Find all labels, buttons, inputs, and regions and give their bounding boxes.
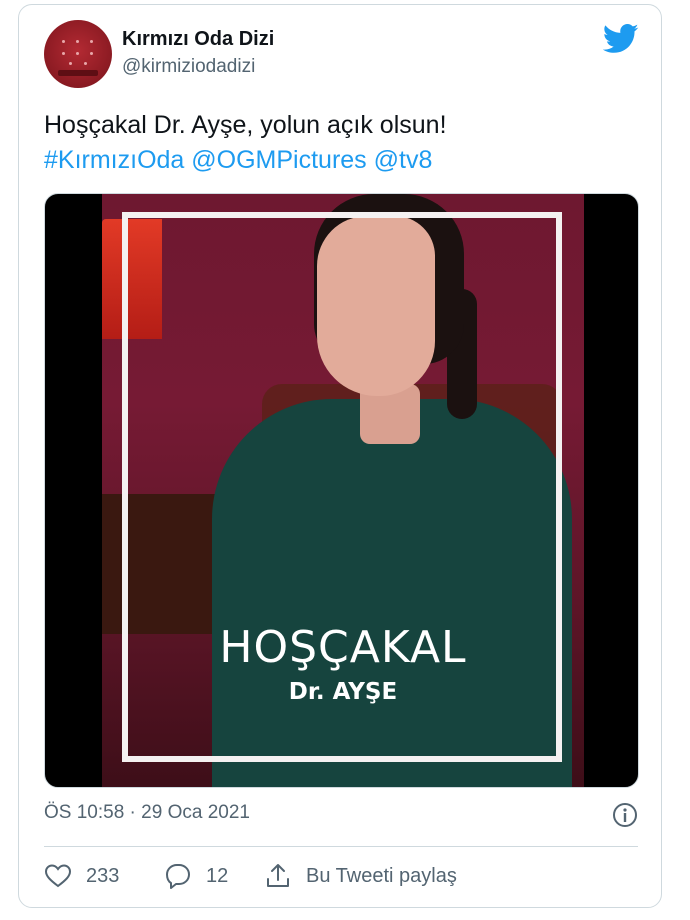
- tweet-links: #KırmızıOda @OGMPictures @tv8: [44, 143, 432, 178]
- tweet-timestamp[interactable]: ÖS 10:58 · 29 Oca 2021: [44, 802, 250, 824]
- mention-link-tv8[interactable]: @tv8: [374, 146, 433, 174]
- author-handle[interactable]: @kirmiziodadizi: [122, 56, 255, 78]
- author-name[interactable]: Kırmızı Oda Dizi: [122, 28, 274, 51]
- info-icon[interactable]: [612, 802, 638, 828]
- media-overlay-title: HOŞÇAKAL: [219, 622, 467, 673]
- reply-count: 12: [206, 864, 229, 887]
- share-label: Bu Tweeti paylaş: [306, 864, 457, 887]
- hashtag-link[interactable]: #KırmızıOda: [44, 146, 184, 174]
- like-button[interactable]: 233: [44, 862, 119, 890]
- twitter-bird-icon[interactable]: [603, 24, 639, 54]
- reply-button[interactable]: 12: [164, 862, 228, 890]
- like-count: 233: [86, 864, 120, 887]
- share-icon: [267, 864, 289, 887]
- avatar[interactable]: [44, 20, 112, 88]
- reply-icon: [166, 864, 190, 889]
- tweet-text: Hoşçakal Dr. Ayşe, yolun açık olsun!: [44, 111, 447, 139]
- heart-icon: [44, 864, 72, 888]
- share-button[interactable]: Bu Tweeti paylaş: [264, 862, 457, 890]
- divider: [44, 846, 638, 847]
- mention-link-ogmpictures[interactable]: @OGMPictures: [191, 146, 366, 174]
- media-overlay-subtitle: Dr. AYŞE: [288, 679, 398, 705]
- tweet-media[interactable]: HOŞÇAKAL Dr. AYŞE: [44, 193, 639, 788]
